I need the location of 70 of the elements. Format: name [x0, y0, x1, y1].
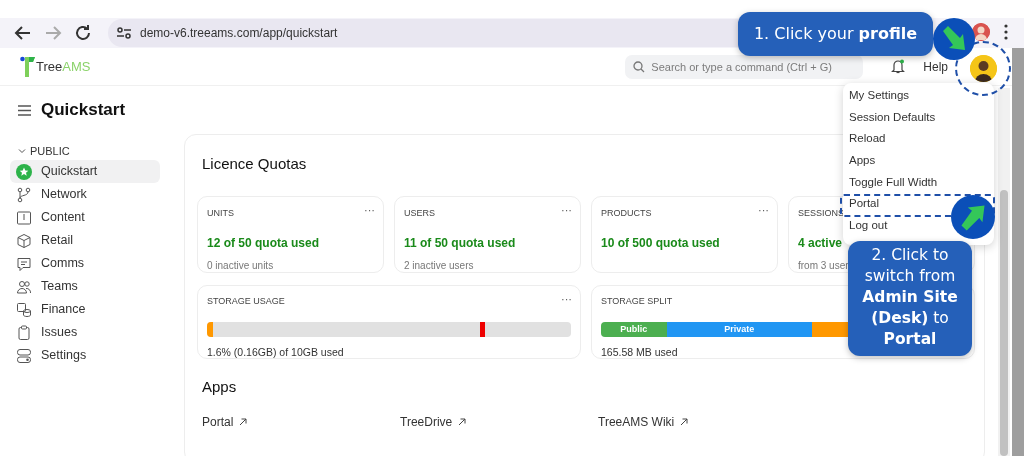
- menu-icon[interactable]: [18, 104, 31, 116]
- section-title: Licence Quotas: [202, 154, 307, 174]
- sidebar-item[interactable]: Settings: [10, 344, 160, 367]
- card-label: STORAGE SPLIT: [601, 294, 673, 308]
- menu-item[interactable]: Apps: [849, 150, 876, 172]
- browser-menu-icon[interactable]: [1003, 24, 1009, 40]
- book-icon: [16, 209, 32, 226]
- help-menu[interactable]: Help: [923, 57, 948, 76]
- scrollbar[interactable]: [998, 88, 1010, 456]
- sidebar-item[interactable]: Network: [10, 183, 160, 206]
- quota-value: 12 of 50 quota used: [207, 235, 320, 252]
- sidebar-item[interactable]: Teams: [10, 275, 160, 298]
- app-link[interactable]: TreeAMS Wiki: [598, 413, 689, 431]
- card-label: USERS: [404, 206, 435, 220]
- app-link[interactable]: Portal: [202, 413, 248, 431]
- menu-item[interactable]: Log out: [849, 215, 888, 237]
- toggle-icon: [16, 347, 32, 364]
- quota-value: 10 of 500 quota used: [601, 235, 720, 252]
- more-button[interactable]: ···: [758, 201, 769, 218]
- scrollbar[interactable]: [1012, 48, 1024, 456]
- external-link-icon: [239, 418, 248, 426]
- clipboard-icon: [16, 324, 32, 341]
- menu-item[interactable]: Reload: [849, 128, 886, 151]
- storage-caption: 165.58 MB used: [601, 345, 678, 360]
- card-label: SESSIONS: [798, 206, 844, 220]
- logo-text: TreeAMS: [36, 57, 91, 76]
- more-button[interactable]: ···: [364, 201, 375, 218]
- menu-item[interactable]: Portal: [849, 193, 880, 216]
- bar-segment: Public: [601, 322, 667, 337]
- search-field[interactable]: Search or type a command (Ctrl + G): [625, 54, 864, 79]
- menu-item[interactable]: Session Defaults: [849, 106, 936, 129]
- user-avatar[interactable]: [970, 55, 997, 82]
- people-icon: [16, 278, 32, 295]
- scrollbar-thumb[interactable]: [1000, 190, 1008, 456]
- url-text: demo-v6.treeams.com/app/quickstart: [140, 25, 338, 42]
- quota-note: from 3 user: [798, 259, 849, 273]
- sidebar-item[interactable]: Retail: [10, 229, 160, 252]
- quota-note: 2 inactive users: [404, 259, 474, 273]
- quota-value: 4 active: [798, 235, 843, 252]
- section-header[interactable]: PUBLIC: [10, 142, 160, 160]
- callout-tooltip: 2. Click to switch from Admin Site (Desk) to Portal: [848, 241, 972, 356]
- section-title: Apps: [202, 376, 237, 397]
- storage-caption: 1.6% (0.16GB) of 10GB used: [207, 345, 344, 360]
- branch-icon: [16, 186, 32, 203]
- quota-note: 0 inactive units: [207, 259, 274, 273]
- external-link-icon: [680, 418, 689, 426]
- chat-icon: [16, 255, 32, 272]
- app-link[interactable]: TreeDrive: [400, 413, 467, 431]
- external-link-icon: [458, 418, 467, 426]
- notification-icon[interactable]: [891, 59, 906, 74]
- site-settings-icon[interactable]: [116, 26, 132, 40]
- database-icon: [16, 301, 32, 318]
- sidebar-item[interactable]: Content: [10, 206, 160, 229]
- sidebar-item[interactable]: Comms: [10, 252, 160, 275]
- more-button[interactable]: ···: [561, 290, 572, 307]
- card-label: UNITS: [207, 206, 234, 220]
- bar-segment: Private: [666, 322, 813, 337]
- card-label: STORAGE USAGE: [207, 294, 285, 308]
- menu-item[interactable]: My Settings: [849, 85, 910, 107]
- logo-icon: [20, 55, 36, 78]
- box-icon: [16, 232, 32, 249]
- more-button[interactable]: ···: [561, 201, 572, 218]
- quota-value: 11 of 50 quota used: [404, 235, 516, 252]
- card-label: PRODUCTS: [601, 206, 652, 220]
- sidebar-item[interactable]: Quickstart: [10, 160, 160, 183]
- callout-tooltip: 1. Click your profile: [738, 12, 933, 56]
- sidebar-item[interactable]: Finance: [10, 298, 160, 321]
- sidebar-item[interactable]: Issues: [10, 321, 160, 344]
- page-title: Quickstart: [41, 99, 126, 122]
- menu-item[interactable]: Toggle Full Width: [849, 171, 938, 194]
